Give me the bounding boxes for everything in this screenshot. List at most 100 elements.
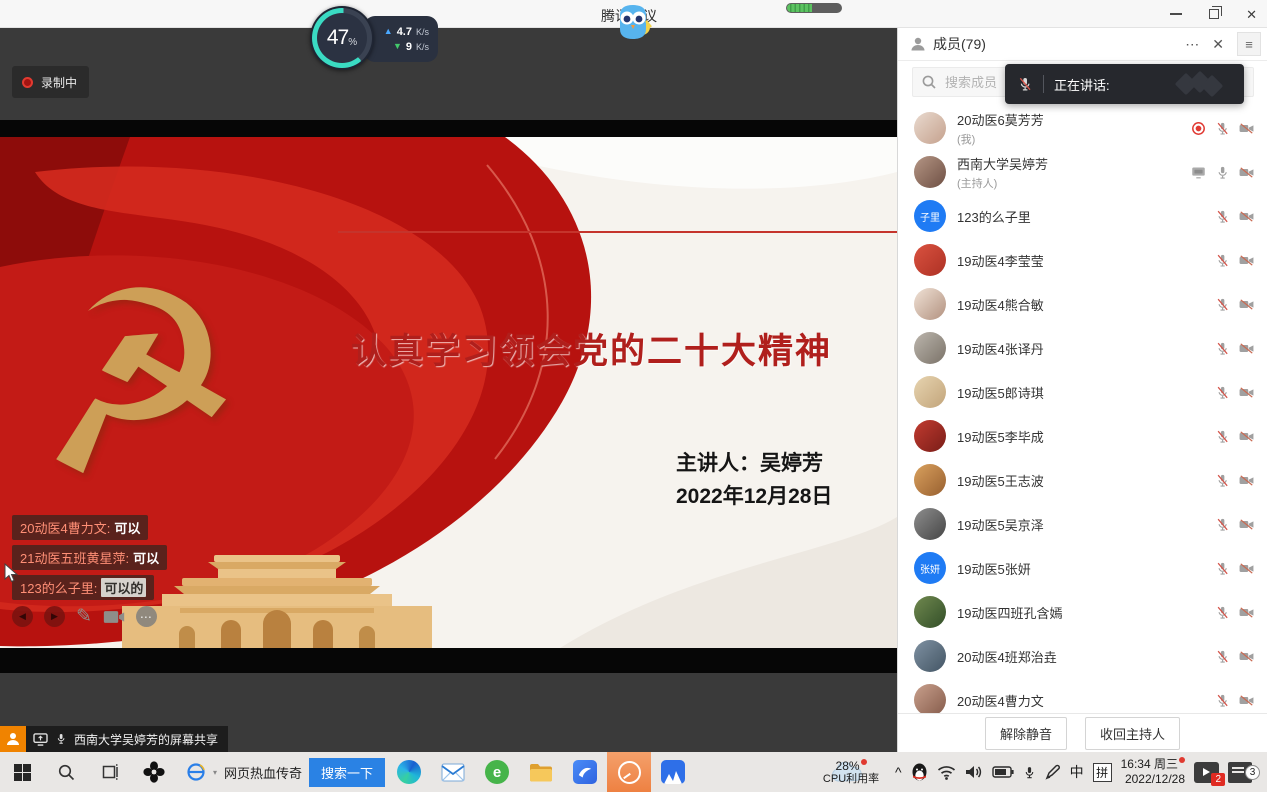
reclaim-host-button[interactable]: 收回主持人 xyxy=(1085,717,1180,750)
panel-more-icon[interactable]: ⋯ xyxy=(1185,36,1199,53)
mic-status-icon[interactable] xyxy=(55,732,67,746)
member-name-block: 19动医5李毕成 xyxy=(957,427,1044,446)
mic-muted-icon[interactable] xyxy=(1215,385,1230,400)
mic-muted-icon[interactable] xyxy=(1215,517,1230,532)
unmute-button[interactable]: 解除静音 xyxy=(985,717,1067,750)
camera-tool-icon[interactable] xyxy=(103,609,125,625)
minimize-icon[interactable] xyxy=(1170,13,1182,15)
screen-share-icon[interactable] xyxy=(1191,165,1206,180)
mic-muted-icon[interactable] xyxy=(1215,429,1230,444)
camera-muted-icon[interactable] xyxy=(1239,649,1254,664)
member-status-icons xyxy=(1215,693,1254,708)
presenter-icon[interactable] xyxy=(0,726,26,752)
camera-muted-icon[interactable] xyxy=(1239,209,1254,224)
member-row[interactable]: 19动医四班孔含嫣 xyxy=(898,590,1267,634)
member-row[interactable]: 20动医4班郑治垚 xyxy=(898,634,1267,678)
camera-muted-icon[interactable] xyxy=(1239,341,1254,356)
mic-muted-icon[interactable] xyxy=(1215,297,1230,312)
member-row[interactable]: 19动医5吴京泽 xyxy=(898,502,1267,546)
taskbar-search-icon[interactable] xyxy=(44,752,88,792)
camera-muted-icon[interactable] xyxy=(1239,165,1254,180)
member-name: 19动医5王志波 xyxy=(957,471,1044,490)
recording-badge[interactable]: 录制中 xyxy=(12,66,89,98)
camera-muted-icon[interactable] xyxy=(1239,561,1254,576)
member-name: 19动医5李毕成 xyxy=(957,427,1044,446)
camera-muted-icon[interactable] xyxy=(1239,693,1254,708)
cpu-gauge-value: 47 xyxy=(327,26,348,50)
camera-muted-icon[interactable] xyxy=(1239,517,1254,532)
camera-muted-icon[interactable] xyxy=(1239,429,1254,444)
camera-muted-icon[interactable] xyxy=(1239,253,1254,268)
member-row[interactable]: 西南大学吴婷芳(主持人) xyxy=(898,150,1267,194)
mic-muted-icon[interactable] xyxy=(1215,209,1230,224)
active-app-icon[interactable] xyxy=(607,752,651,792)
task-view-icon[interactable] xyxy=(88,752,132,792)
mic-on-icon[interactable] xyxy=(1215,165,1230,180)
member-row[interactable]: 19动医5王志波 xyxy=(898,458,1267,502)
show-hidden-icons[interactable]: ^ xyxy=(895,764,902,780)
mic-muted-icon[interactable] xyxy=(1215,341,1230,356)
mic-muted-icon[interactable] xyxy=(1215,693,1230,708)
battery-icon[interactable] xyxy=(992,766,1014,778)
mail-app-icon[interactable] xyxy=(431,752,475,792)
member-row[interactable]: 19动医4李莹莹 xyxy=(898,238,1267,282)
ime-language-indicator[interactable]: 中 xyxy=(1070,762,1084,782)
panel-close-icon[interactable]: ✕ xyxy=(1212,36,1224,53)
mic-muted-icon[interactable] xyxy=(1215,561,1230,576)
camera-muted-icon[interactable] xyxy=(1239,473,1254,488)
mic-muted-icon[interactable] xyxy=(1215,121,1230,136)
screen-share-view: 录制中 ☭ 认真学习领会党的二十大精神 主讲人：吴婷芳 2022年12 xyxy=(0,28,897,752)
screen-share-status-icon[interactable] xyxy=(33,733,48,746)
member-name-block: 19动医四班孔含嫣 xyxy=(957,603,1062,622)
wifi-icon[interactable] xyxy=(937,765,956,780)
xunlei-app-icon[interactable] xyxy=(563,752,607,792)
file-explorer-icon[interactable] xyxy=(519,752,563,792)
member-row[interactable]: 19动医4张译丹 xyxy=(898,326,1267,370)
notification-badge: 3 xyxy=(1245,765,1260,780)
mic-muted-icon[interactable] xyxy=(1215,253,1230,268)
tiananmen-illustration xyxy=(122,553,432,648)
360-browser-icon[interactable]: e xyxy=(475,752,519,792)
member-row[interactable]: 19动医5郎诗琪 xyxy=(898,370,1267,414)
avatar xyxy=(914,508,946,540)
web-search-widget[interactable]: ▾ 网页热血传奇 搜索一下 xyxy=(176,752,387,792)
mic-muted-icon[interactable] xyxy=(1215,649,1230,664)
prev-slide-button[interactable]: ◀ xyxy=(12,606,33,627)
tray-mic-icon[interactable] xyxy=(1023,764,1036,781)
mic-muted-icon[interactable] xyxy=(1215,605,1230,620)
panel-menu-icon[interactable]: ≡ xyxy=(1237,32,1261,56)
camera-muted-icon[interactable] xyxy=(1239,121,1254,136)
web-search-button[interactable]: 搜索一下 xyxy=(309,758,385,787)
edge-browser-icon[interactable] xyxy=(387,752,431,792)
notification-center-icon[interactable]: 3 xyxy=(1228,762,1252,783)
member-row[interactable]: 19动医4熊合敏 xyxy=(898,282,1267,326)
speaker-icon[interactable] xyxy=(965,764,983,780)
start-button[interactable] xyxy=(0,752,44,792)
member-row[interactable]: 19动医5李毕成 xyxy=(898,414,1267,458)
record-indicator-icon[interactable] xyxy=(1191,121,1206,136)
member-row[interactable]: 子里123的么子里 xyxy=(898,194,1267,238)
restore-icon[interactable] xyxy=(1209,9,1219,19)
slide-title: 认真学习领会党的二十大精神 xyxy=(351,323,832,374)
more-tools-button[interactable]: ⋯ xyxy=(136,606,157,627)
tencent-meeting-icon[interactable] xyxy=(651,752,695,792)
camera-muted-icon[interactable] xyxy=(1239,297,1254,312)
pinwheel-app-icon[interactable] xyxy=(132,752,176,792)
pen-tray-icon[interactable] xyxy=(1045,764,1061,780)
member-row[interactable]: 20动医4曹力文 xyxy=(898,678,1267,713)
member-row[interactable]: 张妍19动医5张妍 xyxy=(898,546,1267,590)
next-slide-button[interactable]: ▶ xyxy=(44,606,65,627)
camera-muted-icon[interactable] xyxy=(1239,605,1254,620)
cpu-tray-widget[interactable]: 28% CPU利用率 xyxy=(816,759,886,786)
web-widget-label[interactable]: 网页热血传奇 xyxy=(224,763,302,782)
member-row[interactable]: 20动医6莫芳芳(我) xyxy=(898,106,1267,150)
mic-muted-icon[interactable] xyxy=(1215,473,1230,488)
cpu-gauge[interactable]: 47 % xyxy=(310,6,374,70)
pen-tool-icon[interactable]: ✎ xyxy=(76,607,92,626)
camera-muted-icon[interactable] xyxy=(1239,385,1254,400)
taskbar-clock[interactable]: 16:34 周三 2022/12/28 xyxy=(1121,757,1185,787)
media-player-tray-icon[interactable]: 2 xyxy=(1194,762,1219,783)
ime-mode-indicator[interactable]: 拼 xyxy=(1093,763,1112,782)
qq-icon[interactable] xyxy=(911,763,928,782)
close-icon[interactable]: ✕ xyxy=(1246,8,1257,21)
